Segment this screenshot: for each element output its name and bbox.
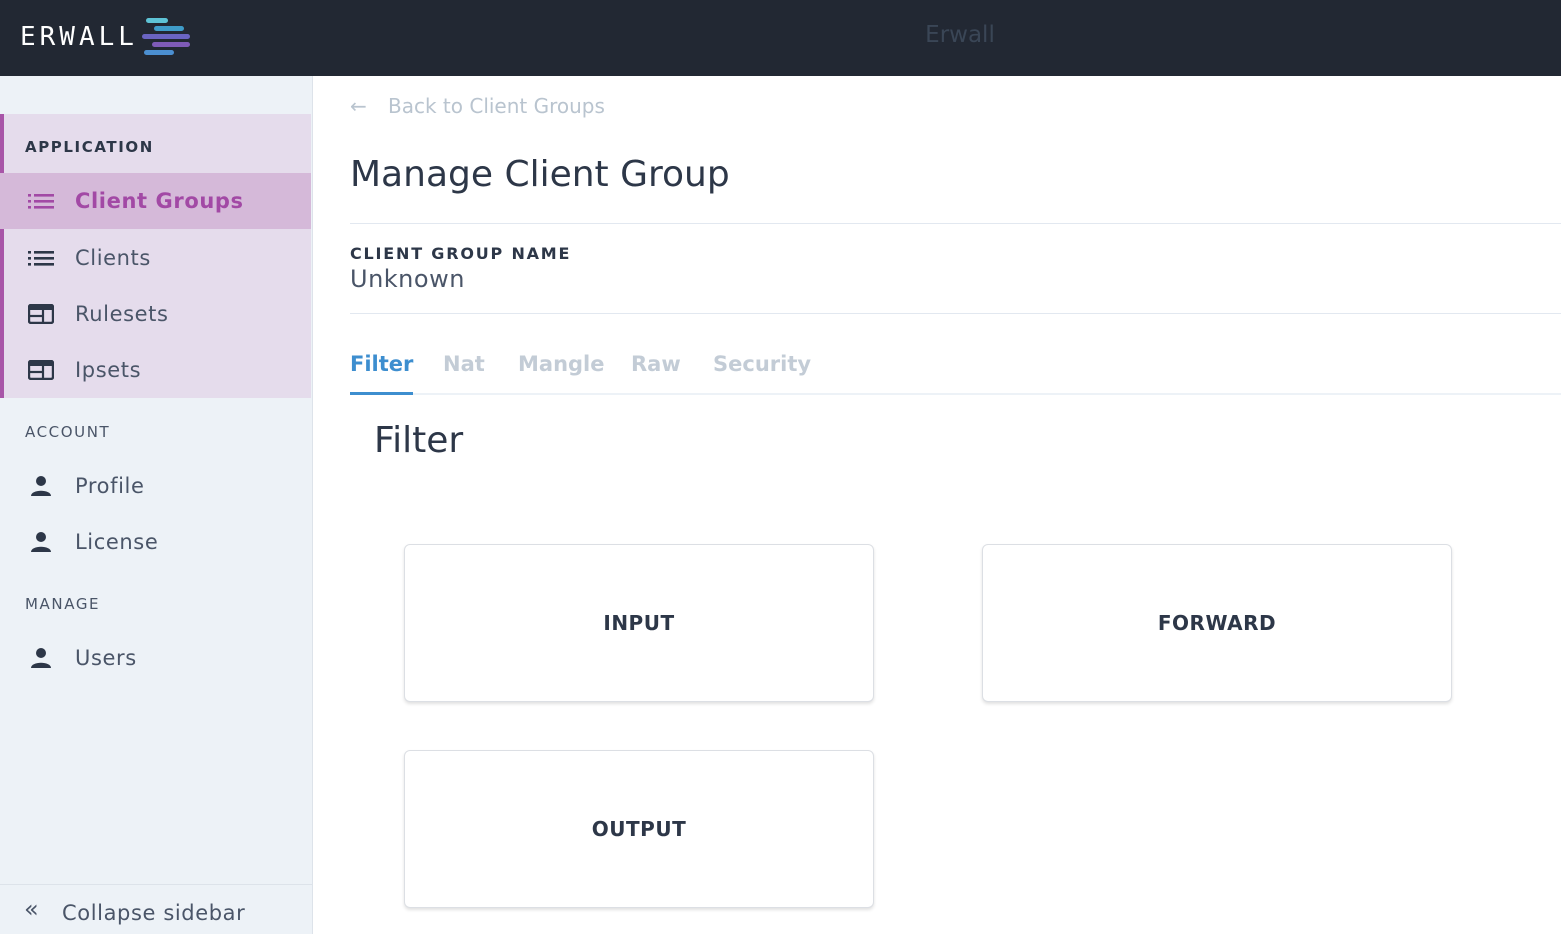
sidebar-item-label: Clients (75, 246, 151, 270)
tab-nat[interactable]: Nat (443, 352, 485, 395)
sidebar-item-clients[interactable]: Clients (0, 230, 311, 286)
table-icon (28, 360, 54, 380)
sidebar-item-label: Profile (75, 474, 145, 498)
divider (350, 223, 1561, 224)
double-chevron-left-icon: « (24, 895, 39, 923)
sidebar: APPLICATION Client Groups Clients Rulese… (0, 76, 313, 934)
sidebar-item-profile[interactable]: Profile (0, 458, 311, 514)
logo-text: ERWALL (20, 22, 138, 52)
chain-label: FORWARD (1157, 611, 1277, 635)
user-icon (31, 648, 51, 668)
erwall-logo[interactable]: ERWALL (20, 16, 196, 58)
table-tabs: Filter Nat Mangle Raw Security (350, 350, 1561, 395)
sidebar-item-rulesets[interactable]: Rulesets (0, 286, 311, 342)
section-label-manage: MANAGE (25, 595, 101, 613)
client-group-name-label: CLIENT GROUP NAME (350, 244, 572, 263)
user-icon (31, 532, 51, 552)
section-title: Filter (374, 420, 464, 461)
divider (350, 313, 1561, 314)
chain-label: OUTPUT (591, 817, 687, 841)
arrow-left-icon: ← (350, 94, 367, 118)
tab-filter[interactable]: Filter (350, 352, 414, 395)
sidebar-item-label: Users (75, 646, 137, 670)
chain-card-forward[interactable]: FORWARD (982, 544, 1452, 702)
section-label-application: APPLICATION (25, 138, 154, 156)
collapse-sidebar-label: Collapse sidebar (62, 901, 246, 925)
user-icon (31, 476, 51, 496)
chain-card-input[interactable]: INPUT (404, 544, 874, 702)
tab-security[interactable]: Security (713, 352, 811, 395)
sidebar-item-ipsets[interactable]: Ipsets (0, 342, 311, 398)
sidebar-item-label: License (75, 530, 159, 554)
tab-mangle[interactable]: Mangle (518, 352, 605, 395)
back-to-client-groups-link[interactable]: ← Back to Client Groups (350, 94, 605, 118)
client-group-name-value: Unknown (350, 265, 465, 293)
collapse-sidebar-button[interactable]: « Collapse sidebar (0, 884, 312, 934)
page-title: Manage Client Group (350, 154, 730, 195)
list-icon (28, 251, 54, 266)
list-icon (28, 194, 54, 209)
sidebar-item-label: Ipsets (75, 358, 142, 382)
logo-mark-icon (140, 16, 196, 58)
table-icon (28, 304, 54, 324)
sidebar-item-license[interactable]: License (0, 514, 311, 570)
section-label-account: ACCOUNT (25, 423, 111, 441)
chain-card-output[interactable]: OUTPUT (404, 750, 874, 908)
chain-label: INPUT (603, 611, 675, 635)
sidebar-item-users[interactable]: Users (0, 630, 311, 686)
top-bar: ERWALL Erwall (0, 0, 1561, 76)
back-link-label: Back to Client Groups (388, 94, 605, 118)
sidebar-item-client-groups[interactable]: Client Groups (0, 173, 311, 229)
tab-raw[interactable]: Raw (631, 352, 681, 395)
sidebar-item-label: Client Groups (75, 189, 244, 213)
app-title: Erwall (925, 22, 995, 48)
sidebar-item-label: Rulesets (75, 302, 169, 326)
